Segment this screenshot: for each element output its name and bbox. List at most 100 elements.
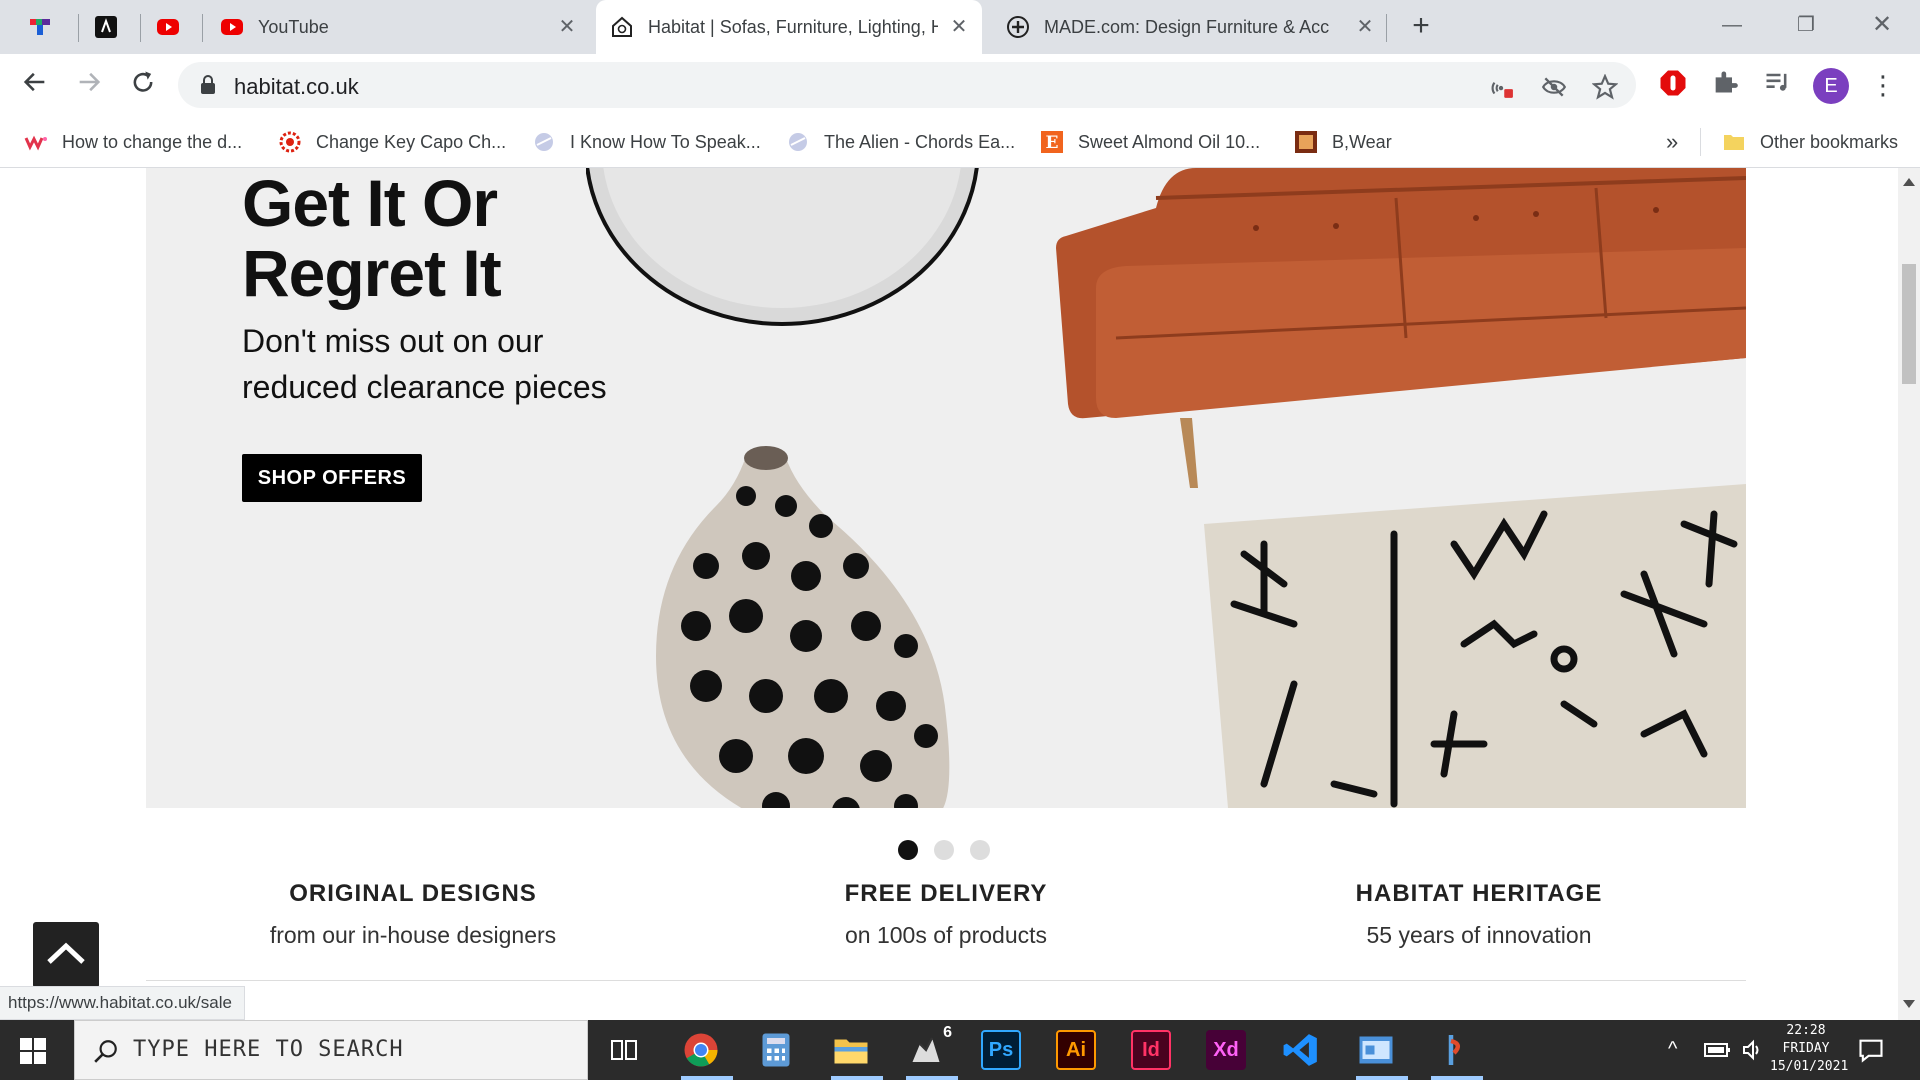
photoshop-icon[interactable]: Ps [981, 1030, 1021, 1070]
tab-pinned-2[interactable] [80, 0, 144, 54]
bookmark-item[interactable]: Change Key Capo Ch... [278, 128, 506, 156]
show-hidden-icons-chevron-icon[interactable]: ^ [1668, 1038, 1677, 1061]
minimize-icon[interactable]: — [1712, 10, 1752, 40]
rhino-icon[interactable]: 6 [906, 1024, 952, 1070]
address-bar[interactable]: habitat.co.uk [178, 62, 1636, 108]
task-view-icon[interactable] [605, 1030, 645, 1070]
chrome-icon[interactable] [681, 1030, 721, 1070]
carousel-pagination [898, 840, 990, 860]
extensions-puzzle-icon[interactable] [1708, 68, 1742, 102]
windows-taskbar: TYPE HERE TO SEARCH 6 Ps Ai Id Xd ^ 22:2… [0, 1020, 1920, 1080]
tab-habitat[interactable]: Habitat | Sofas, Furniture, Lighting, H … [596, 0, 982, 54]
page-viewport: Get It Or Regret It Don't miss out on our… [0, 168, 1898, 1020]
lock-icon [201, 75, 215, 94]
tab-made[interactable]: MADE.com: Design Furniture & Acc ✕ [992, 0, 1388, 54]
reload-icon [133, 71, 153, 92]
section-divider [146, 980, 1746, 981]
hero-subtitle: Don't miss out on our reduced clearance … [242, 323, 607, 405]
hero-banner[interactable]: Get It Or Regret It Don't miss out on our… [146, 168, 1746, 808]
cast-blocked-icon[interactable] [1488, 74, 1514, 100]
shop-offers-button[interactable]: SHOP OFFERS [242, 454, 422, 502]
usp-title: FREE DELIVERY [844, 880, 1048, 907]
volume-icon[interactable] [1740, 1038, 1766, 1067]
window-close-icon[interactable]: ✕ [1862, 10, 1902, 40]
close-icon[interactable]: ✕ [556, 16, 578, 38]
code-icon [95, 16, 117, 38]
battery-icon[interactable] [1704, 1040, 1732, 1065]
start-button[interactable] [20, 1038, 46, 1069]
restore-icon[interactable]: ❐ [1786, 10, 1826, 40]
close-icon[interactable]: ✕ [948, 16, 970, 38]
other-bookmarks-folder[interactable]: Other bookmarks [1722, 128, 1898, 156]
spotted-vase-image [656, 446, 950, 808]
globe-icon [535, 133, 553, 151]
svg-text:E: E [1046, 133, 1059, 153]
media-control-icon[interactable] [1760, 68, 1794, 102]
back-to-top-button[interactable] [33, 922, 99, 988]
eye-off-icon[interactable] [1540, 74, 1567, 100]
usp-text: on 100s of products [844, 922, 1048, 948]
tab-pinned-3[interactable] [142, 0, 202, 54]
bookmark-label: Other bookmarks [1760, 131, 1899, 152]
usp-text: 55 years of innovation [1366, 922, 1592, 948]
notification-center-icon[interactable] [1856, 1036, 1886, 1069]
chevron-up-icon [47, 942, 85, 964]
xd-icon[interactable]: Xd [1206, 1030, 1246, 1070]
carousel-dot[interactable] [934, 840, 954, 860]
file-explorer-icon[interactable] [831, 1030, 871, 1070]
usp-text: from our in-house designers [269, 922, 557, 948]
carousel-dot[interactable] [898, 840, 918, 860]
bookmark-item[interactable]: B,Wear [1294, 128, 1392, 156]
back-arrow-icon [23, 72, 45, 92]
page-scrollbar[interactable] [1898, 168, 1920, 1020]
bookmark-label: I Know How To Speak... [570, 131, 761, 152]
berber-rug-image [1204, 484, 1746, 808]
habitat-icon [612, 16, 632, 37]
vscode-icon[interactable] [1281, 1030, 1321, 1070]
illustrator-icon[interactable]: Ai [1056, 1030, 1096, 1070]
carousel-dot[interactable] [970, 840, 990, 860]
adblock-extension-icon[interactable] [1656, 68, 1690, 102]
wix-icon [24, 135, 47, 151]
link-status-bubble: https://www.habitat.co.uk/sale [0, 986, 245, 1020]
browser-toolbar: habitat.co.uk E ⋮ [0, 54, 1920, 116]
tab-title: Habitat | Sofas, Furniture, Lighting, H [648, 16, 938, 37]
forward-arrow-icon [79, 72, 101, 92]
app-icon[interactable] [1431, 1030, 1471, 1070]
scrollbar-thumb[interactable] [1902, 264, 1916, 384]
reload-button[interactable] [126, 68, 160, 102]
hero-headline: Get It Or Regret It [242, 168, 502, 310]
close-icon[interactable]: ✕ [1354, 16, 1376, 38]
back-button[interactable] [18, 68, 52, 102]
more-bookmarks-button[interactable]: » [1666, 128, 1678, 156]
etsy-icon: E [1041, 131, 1063, 153]
tab-pinned-1[interactable] [14, 0, 80, 54]
bookmark-item[interactable]: E Sweet Almond Oil 10... [1040, 128, 1260, 156]
youtube-icon [221, 19, 243, 35]
tab-youtube[interactable]: YouTube ✕ [206, 0, 590, 54]
scroll-down-icon[interactable] [1903, 1000, 1915, 1008]
forward-button[interactable] [72, 68, 106, 102]
usp-free-delivery: FREE DELIVERY on 100s of products [696, 880, 1196, 949]
bookmark-item[interactable]: How to change the d... [24, 128, 242, 156]
bookmark-item[interactable]: The Alien - Chords Ea... [786, 128, 1015, 156]
search-icon [94, 1040, 117, 1063]
sofa-image [1056, 168, 1746, 488]
system-clock[interactable]: 22:28 FRIDAY 15/01/2021 [1770, 1022, 1848, 1076]
profile-avatar[interactable]: E [1813, 68, 1849, 104]
indesign-icon[interactable]: Id [1131, 1030, 1171, 1070]
bookmark-label: Sweet Almond Oil 10... [1078, 131, 1261, 152]
calculator-icon[interactable] [756, 1030, 796, 1070]
url-text: habitat.co.uk [234, 74, 359, 99]
bookmark-item[interactable]: I Know How To Speak... [532, 128, 761, 156]
tab-title: MADE.com: Design Furniture & Acc [1044, 16, 1330, 37]
control-panel-icon[interactable] [1356, 1030, 1396, 1070]
menu-kebab-icon[interactable]: ⋮ [1866, 68, 1900, 102]
capo-icon [279, 131, 301, 153]
new-tab-button[interactable]: + [1406, 11, 1436, 42]
taskbar-search-box[interactable]: TYPE HERE TO SEARCH [74, 1020, 588, 1080]
usp-title: HABITAT HERITAGE [1355, 880, 1603, 907]
scroll-up-icon[interactable] [1903, 178, 1915, 186]
bookmark-star-icon[interactable] [1591, 73, 1619, 100]
youtube-icon [157, 19, 179, 35]
